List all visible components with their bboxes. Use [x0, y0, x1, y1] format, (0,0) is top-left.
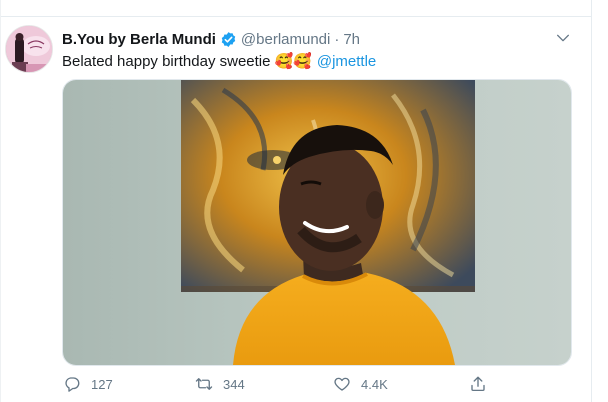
like-button[interactable]: 4.4K — [333, 375, 388, 393]
mention-link[interactable]: @jmettle — [317, 53, 376, 70]
like-count: 4.4K — [361, 376, 388, 392]
share-icon — [471, 376, 485, 392]
left-divider — [0, 0, 1, 402]
share-button[interactable] — [469, 375, 487, 393]
avatar-image — [6, 26, 52, 72]
reply-button[interactable]: 127 — [63, 375, 113, 393]
timestamp[interactable]: 7h — [343, 31, 360, 48]
chevron-down-icon[interactable] — [555, 30, 571, 46]
retweet-icon — [195, 378, 213, 390]
emoji-hearts: 🥰🥰 — [274, 53, 312, 70]
retweet-button[interactable]: 344 — [195, 375, 245, 393]
retweet-count: 344 — [223, 376, 245, 392]
top-divider — [0, 16, 592, 17]
tweet-text: Belated happy birthday sweetie 🥰🥰 @jmett… — [62, 52, 376, 71]
separator-dot: · — [334, 30, 340, 48]
photo-image — [63, 80, 571, 365]
tweet-header: B.You by Berla Mundi @berlamundi · 7h — [62, 30, 360, 48]
tweet-card: B.You by Berla Mundi @berlamundi · 7h Be… — [0, 0, 608, 402]
like-icon — [334, 377, 350, 391]
tweet-body: Belated happy birthday sweetie — [62, 52, 271, 70]
author-handle[interactable]: @berlamundi — [241, 31, 330, 48]
right-divider — [591, 0, 592, 402]
tweet-photo[interactable] — [62, 79, 572, 366]
verified-badge-icon — [221, 31, 236, 47]
action-bar: 127 344 4.4K — [0, 375, 608, 397]
author-name[interactable]: B.You by Berla Mundi — [62, 31, 216, 48]
reply-count: 127 — [91, 376, 113, 392]
avatar[interactable] — [5, 25, 53, 73]
reply-icon — [65, 377, 80, 392]
